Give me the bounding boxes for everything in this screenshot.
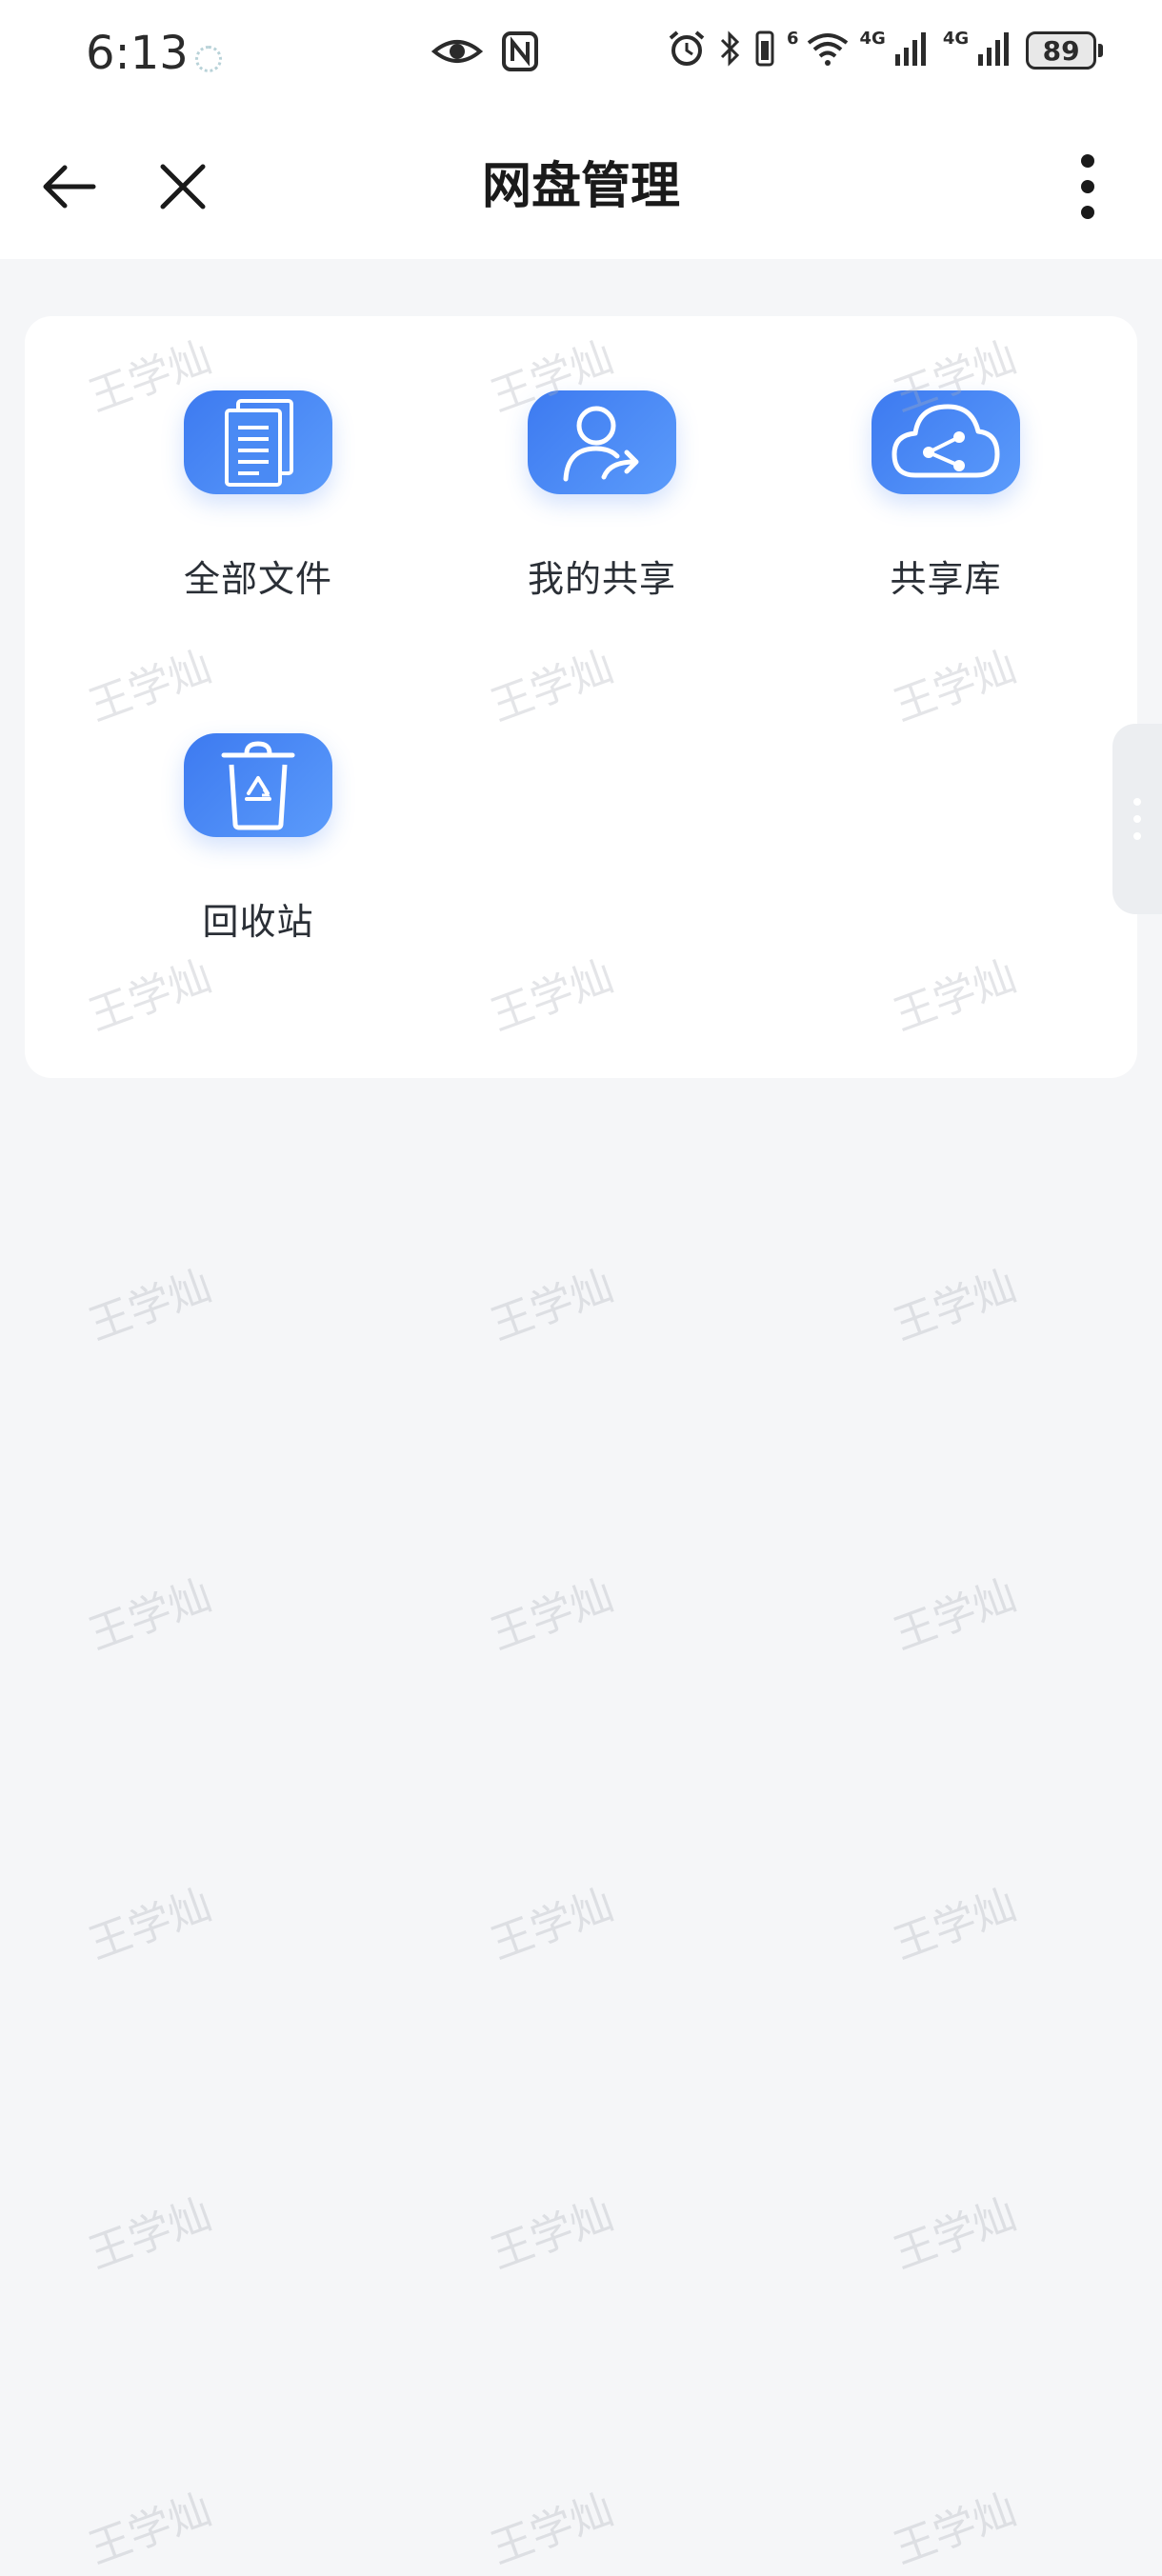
top-nav-bar: 网盘管理 (0, 114, 1162, 259)
bluetooth-icon (718, 29, 743, 72)
watermark: 王学灿 (887, 2485, 1023, 2574)
user-share-icon (563, 406, 639, 481)
handle-dot (1133, 832, 1141, 840)
status-icons-right: 6 4G 4G 89 (667, 29, 1104, 72)
more-options-button[interactable] (1050, 149, 1126, 225)
drive-menu-card: 全部文件 我的共享 共享库 回收站 (25, 316, 1137, 1078)
close-button[interactable] (145, 149, 221, 225)
wifi-icon (807, 30, 849, 71)
signal-1-label: 4G (859, 29, 886, 49)
handle-dot (1133, 815, 1141, 823)
status-sync-icon (195, 46, 222, 72)
tile-recycle-bin[interactable]: 回收站 (134, 659, 382, 945)
battery-tip (1098, 44, 1104, 57)
watermark: 王学灿 (82, 1880, 218, 1969)
tile-icon-box (528, 390, 676, 494)
tile-all-files[interactable]: 全部文件 (134, 316, 382, 602)
back-button[interactable] (30, 149, 107, 225)
cloud-share-icon (892, 404, 1000, 477)
watermark: 王学灿 (484, 2485, 620, 2574)
handle-dot (1133, 798, 1141, 806)
watermark: 王学灿 (82, 1570, 218, 1660)
watermark: 王学灿 (887, 2189, 1023, 2279)
side-drawer-handle[interactable] (1112, 724, 1162, 914)
signal-2-label: 4G (942, 29, 970, 49)
watermark: 王学灿 (82, 1261, 218, 1350)
signal-1-icon (893, 30, 932, 71)
watermark: 王学灿 (887, 1570, 1023, 1660)
documents-icon (225, 398, 293, 487)
watermark: 王学灿 (484, 2189, 620, 2279)
close-icon (160, 164, 206, 210)
watermark: 王学灿 (887, 1880, 1023, 1969)
watermark: 王学灿 (82, 2189, 218, 2279)
tile-label: 共享库 (890, 558, 1002, 600)
tile-label: 全部文件 (183, 558, 332, 600)
status-bar: 6:13 6 4G 4G 89 (0, 0, 1162, 114)
status-icons-center (431, 30, 539, 76)
tile-icon-box (872, 390, 1020, 494)
battery-indicator: 89 (1026, 31, 1097, 70)
tile-label: 回收站 (202, 901, 314, 943)
tile-shared-library[interactable]: 共享库 (822, 316, 1070, 602)
alarm-icon (667, 29, 707, 72)
watermark: 王学灿 (887, 1261, 1023, 1350)
eye-icon (431, 32, 484, 74)
tile-icon-box (184, 390, 332, 494)
tile-label: 我的共享 (527, 558, 676, 600)
watermark: 王学灿 (484, 1570, 620, 1660)
recycle-bin-icon (221, 740, 295, 829)
nfc-icon (501, 30, 539, 76)
watermark: 王学灿 (82, 2485, 218, 2574)
more-vertical-icon (1081, 154, 1094, 219)
tile-icon-box (184, 733, 332, 837)
signal-2-icon (976, 30, 1014, 71)
arrow-left-icon (43, 165, 96, 209)
status-time: 6:13 (86, 27, 189, 80)
battery-level: 89 (1042, 34, 1080, 67)
watermark: 王学灿 (484, 1880, 620, 1969)
wifi-label: 6 (787, 29, 799, 49)
tile-my-shares[interactable]: 我的共享 (478, 316, 726, 602)
watermark: 王学灿 (484, 1261, 620, 1350)
vibrate-icon (754, 30, 775, 71)
